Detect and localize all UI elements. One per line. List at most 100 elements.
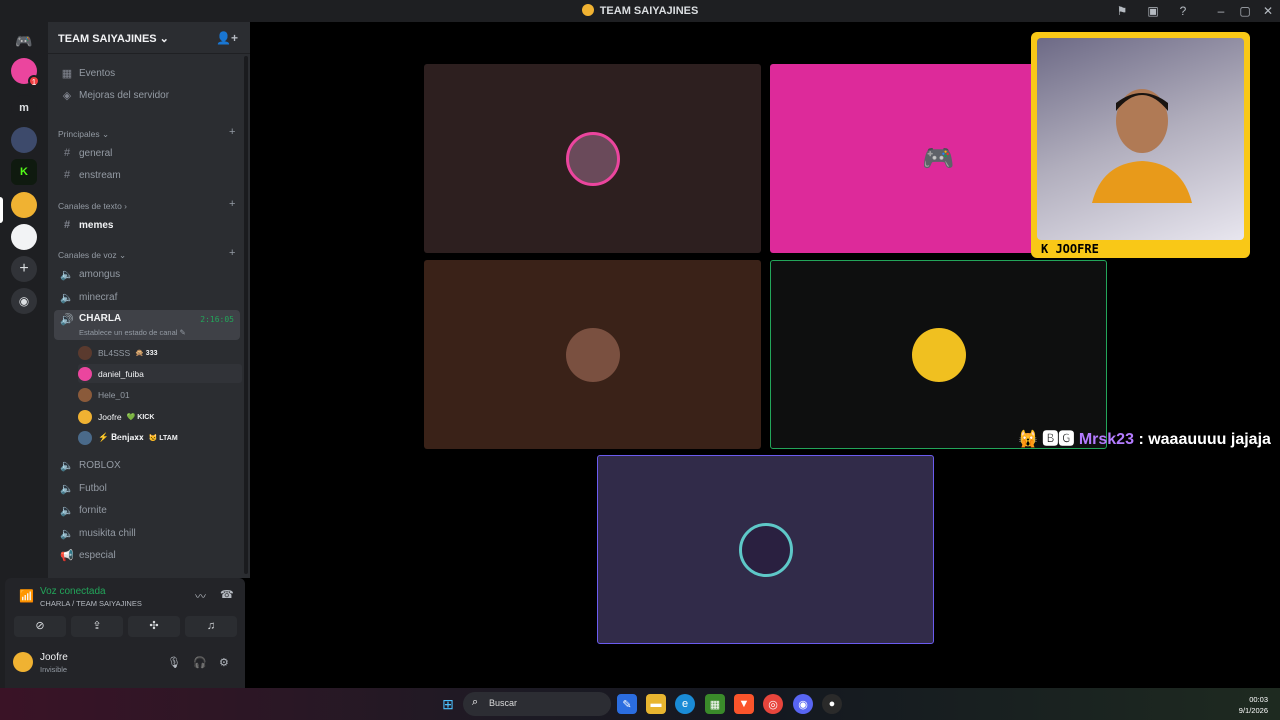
category-label: Canales de texto (58, 201, 122, 211)
channel-general[interactable]: # general (54, 143, 240, 163)
add-channel-icon[interactable]: + (229, 198, 235, 210)
channel-status-hint[interactable]: Establece un estado de canal ✎ (79, 328, 186, 337)
windows-start-icon[interactable]: ⊞ (438, 694, 458, 714)
server-m-icon[interactable]: m (11, 95, 37, 121)
voice-location[interactable]: CHARLA / TEAM SAIYAJINES (40, 599, 142, 608)
app-pen-icon[interactable]: ✎ (617, 694, 637, 714)
activities-button[interactable]: ✣ (128, 616, 180, 637)
category-texto[interactable]: Canales de texto › (58, 201, 127, 211)
voice-member[interactable]: BL4SSS 🙊 333 (78, 343, 242, 362)
user-name[interactable]: Joofre (40, 652, 68, 663)
channel-label: Futbol (79, 482, 107, 494)
system-clock[interactable]: 00:03 9/1/2026 (1239, 694, 1268, 716)
voice-channel-especial[interactable]: 📢 especial (54, 545, 240, 565)
sidebar-scrollbar[interactable] (244, 56, 248, 574)
participant-tile[interactable] (597, 455, 934, 644)
participant-tile[interactable] (424, 260, 761, 449)
close-icon[interactable]: ✕ (1260, 3, 1276, 19)
signal-icon[interactable]: 📶 (19, 589, 34, 603)
search-placeholder: Buscar (489, 698, 518, 708)
gear-icon[interactable]: ⚙ (219, 656, 229, 669)
server-avatar-icon[interactable] (11, 224, 37, 250)
participant-tile-speaking[interactable] (770, 260, 1107, 449)
maximize-icon[interactable]: ▢ (1237, 3, 1253, 19)
edge-icon[interactable]: e (675, 694, 695, 714)
chat-badge: 🙀 🅱🅶 (1018, 431, 1075, 448)
participant-tile[interactable] (424, 64, 761, 253)
voice-channel-futbol[interactable]: 🔈 Futbol (54, 478, 240, 498)
sidebar-item-eventos[interactable]: ▦ Eventos (54, 63, 240, 83)
minecraft-icon[interactable]: ▦ (705, 694, 725, 714)
stage-icon: 📢 (60, 549, 74, 562)
dm-avatar[interactable]: 1 (11, 58, 40, 87)
speaker-icon: 🔈 (60, 268, 74, 281)
discord-home-icon[interactable]: 🎮 (11, 28, 37, 54)
voice-member[interactable]: Hele_01 (78, 385, 242, 404)
voice-member[interactable]: daniel_fuiba (78, 364, 242, 383)
category-voz[interactable]: Canales de voz ⌄ (58, 250, 126, 261)
add-channel-icon[interactable]: + (229, 247, 235, 259)
inbox-flag-icon[interactable]: ⚑ (1114, 3, 1130, 19)
hashtag-icon: # (63, 219, 71, 231)
voice-member[interactable]: ⚡ 𝐁𝐞𝐧𝐣𝐚𝐱𝐱 😼 LTAM (78, 428, 242, 447)
channel-sidebar: TEAM SAIYAJINES ⌄ 👤+ ▦ Eventos ◈ Mejoras d… (48, 22, 250, 578)
help-icon[interactable]: ? (1175, 3, 1191, 19)
calendar-icon: ▦ (61, 67, 73, 80)
boost-icon: ◈ (62, 89, 72, 102)
voice-channel-minecraf[interactable]: 🔈 minecraf (54, 287, 240, 307)
invite-user-icon[interactable]: 👤+ (216, 31, 238, 45)
voice-channel-roblox[interactable]: 🔈 ROBLOX (54, 455, 240, 475)
inbox-icon[interactable]: ▣ (1145, 3, 1161, 19)
taskbar-search[interactable]: ⌕ Buscar (463, 692, 611, 716)
speaker-icon: 🔈 (60, 527, 74, 540)
channel-memes[interactable]: # memes (54, 215, 240, 235)
obs-icon[interactable]: ● (822, 694, 842, 714)
voice-channel-amongus[interactable]: 🔈 amongus (54, 264, 240, 284)
voice-channel-fornite[interactable]: 🔈 fornite (54, 500, 240, 520)
selected-server-pill (0, 197, 3, 223)
channel-label: especial (79, 549, 116, 561)
clock-time: 00:03 (1249, 695, 1268, 704)
chrome-icon[interactable]: ◎ (763, 694, 783, 714)
sidebar-item-label: Mejoras del servidor (79, 89, 170, 101)
server-clock-icon[interactable] (11, 127, 37, 153)
server-saiyajines-icon[interactable] (11, 192, 37, 218)
category-label: Canales de voz (58, 250, 117, 260)
screen-share-button[interactable]: ⇪ (71, 616, 123, 637)
file-explorer-icon[interactable]: ▬ (646, 694, 666, 714)
discord-taskbar-icon[interactable]: ◉ (793, 694, 813, 714)
brave-icon[interactable]: ▼ (734, 694, 754, 714)
member-name: Joofre (98, 411, 122, 422)
member-name: daniel_fuiba (98, 368, 144, 379)
window-title-text: TEAM SAIYAJINES (599, 5, 699, 17)
status-hint-label: Establece un estado de canal (79, 328, 178, 337)
voice-channel-charla[interactable]: 🔊 CHARLA 2:16:05 Establece un estado de … (54, 310, 240, 340)
disconnect-icon[interactable]: ☎ (220, 588, 234, 601)
voice-channel-musikita[interactable]: 🔈 musikita chill (54, 523, 240, 543)
server-header[interactable]: TEAM SAIYAJINES ⌄ 👤+ (48, 22, 250, 54)
noise-suppression-icon[interactable]: 〰 (195, 588, 206, 604)
voice-member[interactable]: Joofre 💚 KICK (78, 407, 242, 426)
channel-enstream[interactable]: # enstream (54, 165, 240, 185)
channel-label: memes (79, 219, 114, 231)
headphones-icon[interactable]: 🎧 (193, 656, 207, 669)
avatar (78, 345, 92, 360)
sidebar-item-mejoras[interactable]: ◈ Mejoras del servidor (54, 85, 240, 105)
avatar (78, 387, 92, 402)
soundboard-button[interactable]: ♫ (185, 616, 237, 637)
camera-button[interactable]: ⊘ (14, 616, 66, 637)
discover-icon[interactable]: ◉ (11, 288, 37, 314)
add-channel-icon[interactable]: + (229, 126, 235, 138)
minimize-icon[interactable]: – (1213, 3, 1229, 19)
add-server-icon[interactable]: + (11, 256, 37, 282)
server-kick-icon[interactable]: K (11, 159, 37, 185)
microphone-icon[interactable]: 🎙 (167, 656, 181, 669)
member-name: ⚡ 𝐁𝐞𝐧𝐣𝐚𝐱𝐱 (98, 432, 144, 442)
chat-user: Mrsk23 (1078, 431, 1134, 448)
avatar[interactable] (13, 652, 33, 672)
avatar (78, 366, 92, 381)
channel-label: minecraf (79, 291, 118, 303)
voice-status[interactable]: Voz conectada (40, 586, 106, 597)
category-principales[interactable]: Principales ⌄ (58, 129, 109, 140)
category-label: Principales (58, 129, 100, 139)
